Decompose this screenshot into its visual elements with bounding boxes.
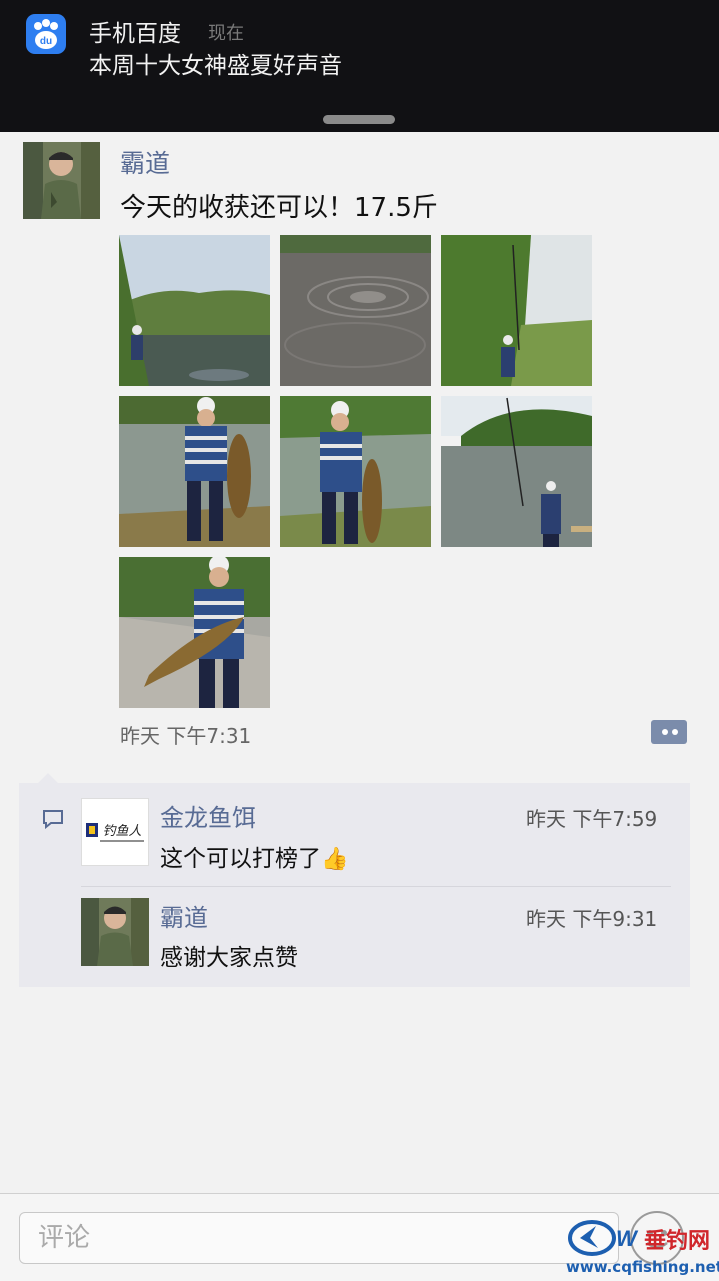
photo-water-ripples[interactable] xyxy=(280,235,431,386)
dots-icon xyxy=(651,726,678,738)
comment-divider xyxy=(81,886,671,887)
post-timestamp: 昨天 下午7:31 xyxy=(120,724,252,748)
comment-time: 昨天 下午7:59 xyxy=(526,807,658,831)
comment-text: 感谢大家点赞 xyxy=(160,945,298,971)
watermark-brand: 垂钓网 xyxy=(644,1228,710,1254)
notification-banner[interactable]: du 手机百度 现在 本周十大女神盛夏好声音 xyxy=(0,0,719,132)
notification-app-name: 手机百度 xyxy=(89,21,181,47)
notification-drag-handle[interactable] xyxy=(323,115,395,124)
comment-text-content: 这个可以打榜了 xyxy=(160,846,321,872)
comment-time: 昨天 下午9:31 xyxy=(526,907,658,931)
photo-holding-fish-1[interactable] xyxy=(119,396,270,547)
comment-icon xyxy=(42,809,64,830)
post-text: 今天的收获还可以！17.5斤 xyxy=(120,193,438,223)
post-author-avatar[interactable] xyxy=(23,142,100,219)
comments-caret xyxy=(38,773,58,783)
post-author-name[interactable]: 霸道 xyxy=(120,144,170,180)
photo-holding-fish-3[interactable] xyxy=(119,557,270,708)
comment-author-name[interactable]: 霸道 xyxy=(160,898,208,933)
notification-time: 现在 xyxy=(208,23,244,44)
photo-fishing-lake-2[interactable] xyxy=(441,396,592,547)
comment-avatar-jinlong[interactable]: 钓鱼人 xyxy=(81,798,149,866)
avatar-logo-text: 钓鱼人 xyxy=(102,824,141,839)
baidu-app-icon: du xyxy=(26,14,66,54)
notification-message: 本周十大女神盛夏好声音 xyxy=(89,53,342,79)
comment-author-name[interactable]: 金龙鱼饵 xyxy=(160,798,256,833)
watermark-url: www.cqfishing.net xyxy=(566,1258,719,1276)
baidu-icon-text: du xyxy=(40,36,52,47)
photo-holding-fish-2[interactable] xyxy=(280,396,431,547)
photo-fishing-rod-hill[interactable] xyxy=(441,235,592,386)
post-action-menu-button[interactable] xyxy=(651,720,687,744)
svg-text:W: W xyxy=(616,1226,639,1251)
photo-fishing-lake-1[interactable] xyxy=(119,235,270,386)
comment-input[interactable]: 评论 xyxy=(19,1212,619,1264)
thumbs-up-emoji: 👍 xyxy=(321,847,349,872)
comment-text: 这个可以打榜了👍 xyxy=(160,839,348,873)
comment-avatar-badao[interactable] xyxy=(81,898,149,966)
